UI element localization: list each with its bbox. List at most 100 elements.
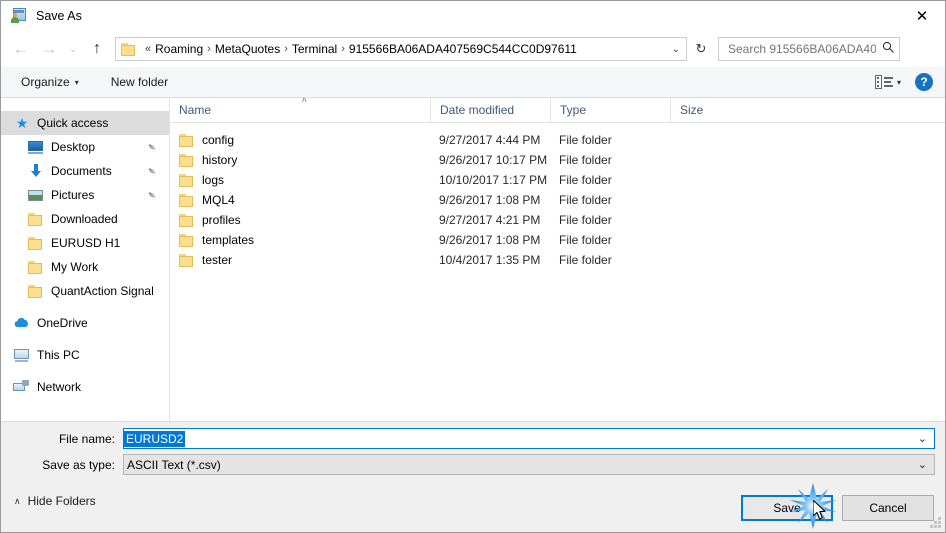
chevron-down-icon[interactable]: ⌄ xyxy=(918,458,927,471)
column-header-date-modified[interactable]: Date modified xyxy=(430,98,550,123)
file-name-cell: profiles xyxy=(170,213,439,227)
breadcrumb-separator: › xyxy=(284,43,288,55)
file-name-text: MQL4 xyxy=(202,193,235,207)
sidebar-item-label: Network xyxy=(37,380,82,394)
table-row[interactable]: logs 10/10/2017 1:17 PM File folder xyxy=(170,170,945,190)
pin-icon[interactable]: ✒ xyxy=(144,187,159,203)
change-view-icon[interactable] xyxy=(874,75,893,89)
breadcrumb-current-folder[interactable]: 915566BA06ADA407569C544CC0D97611 xyxy=(349,42,577,56)
sidebar-item-eurusd-h1[interactable]: EURUSD H1 xyxy=(1,231,169,255)
organize-label: Organize xyxy=(21,75,70,89)
dialog-footer: ∧ Hide Folders Save Cancel xyxy=(1,485,945,532)
pictures-icon xyxy=(27,187,45,203)
search-box[interactable] xyxy=(718,37,900,61)
date-modified-cell: 9/27/2017 4:44 PM xyxy=(439,133,541,147)
table-row[interactable]: MQL4 9/26/2017 1:08 PM File folder xyxy=(170,190,945,210)
table-row[interactable]: templates 9/26/2017 1:08 PM File folder xyxy=(170,230,945,250)
sidebar-item-quick-access[interactable]: ★ Quick access xyxy=(1,111,169,135)
type-cell: File folder xyxy=(559,153,612,167)
onedrive-icon xyxy=(13,315,31,331)
table-row[interactable]: tester 10/4/2017 1:35 PM File folder xyxy=(170,250,945,270)
type-cell: File folder xyxy=(559,253,612,267)
navigation-bar: ← → ⌄ ↑ « Roaming › MetaQuotes › Termina… xyxy=(1,31,945,67)
chevron-down-icon[interactable]: ⌄ xyxy=(918,432,927,445)
breadcrumb-separator: › xyxy=(207,43,211,55)
breadcrumb-roaming[interactable]: Roaming xyxy=(155,42,203,56)
address-bar[interactable]: « Roaming › MetaQuotes › Terminal › 9155… xyxy=(115,37,687,61)
refresh-icon[interactable]: ↻ xyxy=(689,37,713,61)
save-as-type-value: ASCII Text (*.csv) xyxy=(127,457,221,472)
resize-grip[interactable] xyxy=(929,517,942,530)
date-modified-cell: 10/4/2017 1:35 PM xyxy=(439,253,541,267)
file-name-cell: templates xyxy=(170,233,439,247)
documents-icon xyxy=(27,163,45,179)
chevron-up-icon: ∧ xyxy=(14,495,21,506)
pin-icon[interactable]: ✒ xyxy=(144,139,159,155)
network-icon xyxy=(13,379,31,395)
overflow-icon[interactable]: « xyxy=(145,43,151,55)
column-header-size[interactable]: Size xyxy=(670,98,752,123)
save-as-icon xyxy=(11,8,28,24)
save-as-type-select[interactable]: ASCII Text (*.csv) ⌄ xyxy=(123,454,935,475)
sidebar-item-quantaction-signal[interactable]: QuantAction Signal xyxy=(1,279,169,303)
table-row[interactable]: history 9/26/2017 10:17 PM File folder xyxy=(170,150,945,170)
window-title: Save As xyxy=(36,9,82,23)
sidebar-item-desktop[interactable]: Desktop ✒ xyxy=(1,135,169,159)
sidebar-item-network[interactable]: Network xyxy=(1,375,169,399)
file-name-text: config xyxy=(202,133,235,147)
date-modified-cell: 9/26/2017 1:08 PM xyxy=(439,233,541,247)
hide-folders-button[interactable]: ∧ Hide Folders xyxy=(14,494,96,508)
breadcrumb-terminal[interactable]: Terminal xyxy=(292,42,337,56)
sidebar-item-pictures[interactable]: Pictures ✒ xyxy=(1,183,169,207)
date-modified-cell: 10/10/2017 1:17 PM xyxy=(439,173,548,187)
cancel-button[interactable]: Cancel xyxy=(842,495,934,521)
chevron-down-icon: ▾ xyxy=(74,77,79,87)
type-cell: File folder xyxy=(559,193,612,207)
this-pc-icon xyxy=(13,347,31,363)
sidebar-item-documents[interactable]: Documents ✒ xyxy=(1,159,169,183)
file-name-text: history xyxy=(202,153,238,167)
navigation-pane: ★ Quick access Desktop ✒ Documents ✒ Pictures ✒… xyxy=(1,98,170,421)
type-cell: File folder xyxy=(559,213,612,227)
column-header-name[interactable]: Name ∧ xyxy=(170,98,430,123)
save-button[interactable]: Save xyxy=(741,495,833,521)
chevron-down-icon[interactable]: ⌄ xyxy=(672,44,680,55)
column-header-type[interactable]: Type xyxy=(550,98,670,123)
search-input[interactable] xyxy=(726,41,878,57)
pin-icon[interactable]: ✒ xyxy=(144,163,159,179)
search-icon xyxy=(882,41,895,57)
column-label: Name xyxy=(179,103,212,117)
breadcrumb-metaquotes[interactable]: MetaQuotes xyxy=(215,42,280,56)
chevron-down-icon[interactable]: ▾ xyxy=(897,78,901,87)
folder-icon xyxy=(27,259,45,275)
forward-icon[interactable]: → xyxy=(35,35,63,63)
sidebar-item-this-pc[interactable]: This PC xyxy=(1,343,169,367)
sidebar-item-label: Documents xyxy=(51,164,112,178)
folder-icon xyxy=(179,153,195,167)
folder-icon xyxy=(179,173,195,187)
file-name-input[interactable]: EURUSD2 ⌄ xyxy=(123,428,935,449)
file-name-cell: tester xyxy=(170,253,439,267)
help-icon[interactable]: ? xyxy=(915,73,933,91)
file-name-label: File name: xyxy=(58,431,115,446)
file-name-row: File name: EURUSD2 ⌄ xyxy=(1,428,935,449)
table-row[interactable]: profiles 9/27/2017 4:21 PM File folder xyxy=(170,210,945,230)
up-icon[interactable]: ↑ xyxy=(83,35,111,63)
new-folder-button[interactable]: New folder xyxy=(105,75,174,89)
sidebar-item-downloaded[interactable]: Downloaded xyxy=(1,207,169,231)
back-icon[interactable]: ← xyxy=(7,35,35,63)
new-folder-label: New folder xyxy=(110,75,169,89)
table-row[interactable]: config 9/27/2017 4:44 PM File folder xyxy=(170,130,945,150)
date-modified-cell: 9/26/2017 1:08 PM xyxy=(439,193,541,207)
main-content: ★ Quick access Desktop ✒ Documents ✒ Pictures ✒… xyxy=(1,98,945,421)
sidebar-item-onedrive[interactable]: OneDrive xyxy=(1,311,169,335)
close-icon[interactable]: ✕ xyxy=(899,1,945,31)
sidebar-item-my-work[interactable]: My Work xyxy=(1,255,169,279)
organize-button[interactable]: Organize ▾ xyxy=(15,75,85,89)
folder-icon xyxy=(27,283,45,299)
recent-locations-icon[interactable]: ⌄ xyxy=(63,35,83,63)
folder-icon xyxy=(121,42,136,56)
sidebar-item-label: Quick access xyxy=(37,116,109,130)
sidebar-item-label: EURUSD H1 xyxy=(51,236,121,250)
file-name-value: EURUSD2 xyxy=(124,430,186,447)
